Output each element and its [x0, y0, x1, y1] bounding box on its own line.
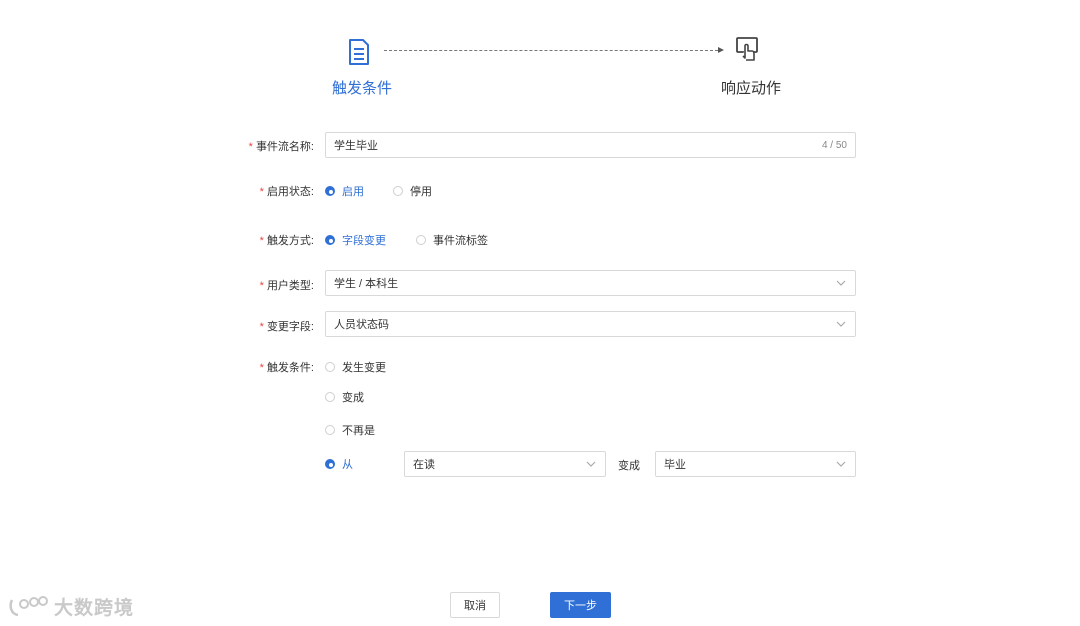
- radio-unchecked[interactable]: [416, 235, 426, 245]
- radio-unchecked[interactable]: [393, 186, 403, 196]
- required-mark: *: [259, 235, 264, 247]
- from-value: 在读: [413, 459, 435, 471]
- trigger-tag-radio[interactable]: 事件流标签: [416, 232, 488, 248]
- status-disabled-radio[interactable]: 停用: [393, 183, 432, 199]
- condition-from-radio[interactable]: 从: [325, 456, 353, 472]
- name-label: * 事件流名称:: [248, 141, 314, 153]
- radio-checked[interactable]: [325, 459, 335, 469]
- name-input-value: 学生毕业: [334, 140, 378, 152]
- user-type-label: * 用户类型:: [259, 280, 314, 292]
- from-value-select[interactable]: 在读: [404, 451, 606, 477]
- step-connector: [384, 50, 718, 51]
- user-type-value: 学生 / 本科生: [334, 278, 399, 290]
- name-input[interactable]: 学生毕业 4 / 50: [325, 132, 856, 158]
- step-trigger-label[interactable]: 触发条件: [332, 77, 392, 98]
- chevron-down-icon: [836, 461, 846, 467]
- status-label: * 启用状态:: [259, 186, 314, 198]
- watermark-icon: [9, 595, 48, 616]
- document-icon: [347, 38, 371, 66]
- radio-checked[interactable]: [325, 186, 335, 196]
- radio-unchecked[interactable]: [325, 362, 335, 372]
- chevron-down-icon: [836, 280, 846, 286]
- condition-becomes-radio[interactable]: 变成: [325, 389, 364, 405]
- change-field-value: 人员状态码: [334, 319, 389, 331]
- required-mark: *: [248, 141, 253, 153]
- required-mark: *: [259, 186, 264, 198]
- change-field-select[interactable]: 人员状态码: [325, 311, 856, 337]
- chevron-down-icon: [836, 321, 846, 327]
- user-type-select[interactable]: 学生 / 本科生: [325, 270, 856, 296]
- trigger-mode-label: * 触发方式:: [259, 235, 314, 247]
- radio-unchecked[interactable]: [325, 392, 335, 402]
- to-label: 变成: [618, 460, 640, 472]
- required-mark: *: [259, 321, 264, 333]
- watermark-text: 大数跨境: [54, 598, 135, 619]
- watermark-logo: 大数跨境: [8, 593, 134, 620]
- to-value: 毕业: [664, 459, 686, 471]
- trigger-field-change-radio[interactable]: 字段变更: [325, 232, 386, 248]
- trigger-condition-label: * 触发条件:: [259, 362, 314, 374]
- radio-unchecked[interactable]: [325, 425, 335, 435]
- required-mark: *: [259, 362, 264, 374]
- touch-screen-icon: [735, 36, 759, 64]
- radio-checked[interactable]: [325, 235, 335, 245]
- step-response-label[interactable]: 响应动作: [721, 77, 781, 98]
- status-enabled-radio[interactable]: 启用: [325, 183, 364, 199]
- change-field-label: * 变更字段:: [259, 321, 314, 333]
- condition-changed-radio[interactable]: 发生变更: [325, 359, 386, 375]
- char-counter: 4 / 50: [821, 139, 847, 151]
- condition-no-longer-radio[interactable]: 不再是: [325, 422, 375, 438]
- cancel-button[interactable]: 取消: [450, 592, 500, 618]
- required-mark: *: [259, 280, 264, 292]
- next-button[interactable]: 下一步: [550, 592, 611, 618]
- to-value-select[interactable]: 毕业: [655, 451, 856, 477]
- arrow-right-icon: [718, 47, 724, 53]
- chevron-down-icon: [586, 461, 596, 467]
